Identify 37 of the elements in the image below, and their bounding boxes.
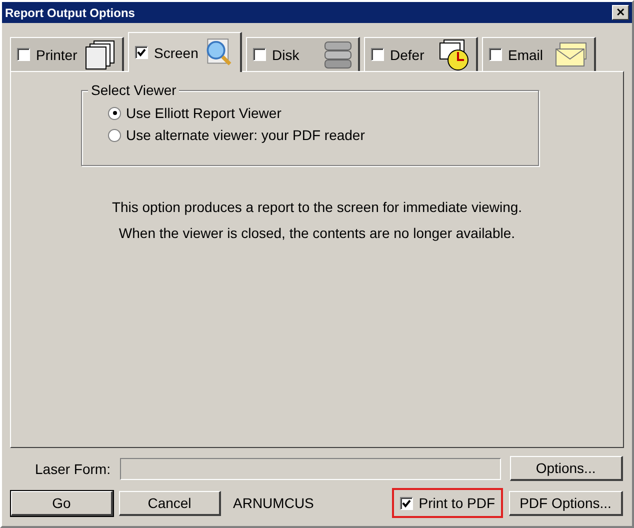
window-title: Report Output Options bbox=[5, 6, 135, 20]
radio-label: Use Elliott Report Viewer bbox=[126, 105, 282, 121]
description-text: When the viewer is closed, the contents are no longer available. bbox=[118, 224, 516, 243]
tab-checkbox[interactable] bbox=[489, 48, 502, 61]
pdf-options-button[interactable]: PDF Options... bbox=[509, 490, 623, 516]
radio-button[interactable] bbox=[108, 128, 121, 142]
field-label: Laser Form: bbox=[34, 460, 110, 476]
cancel-button[interactable]: Cancel bbox=[119, 490, 221, 516]
description-text: This option produces a report to the screen for immediate viewing. bbox=[112, 198, 522, 217]
tab-label: Printer bbox=[36, 46, 78, 62]
envelope-icon bbox=[554, 42, 588, 68]
checkbox-label: Print to PDF bbox=[418, 495, 495, 511]
tab-checkbox[interactable] bbox=[371, 48, 384, 61]
tab-checkbox[interactable] bbox=[17, 48, 30, 61]
options-button[interactable]: Options... bbox=[510, 456, 623, 481]
radio-button[interactable] bbox=[108, 106, 121, 120]
tab[interactable]: Printer bbox=[10, 37, 124, 71]
radio-label: Use alternate viewer: your PDF reader bbox=[126, 127, 365, 143]
tab[interactable]: Screen bbox=[128, 32, 242, 72]
database-icon bbox=[324, 40, 352, 70]
tab[interactable]: Email bbox=[482, 37, 596, 71]
tab-label: Screen bbox=[154, 44, 198, 60]
go-button[interactable]: Go bbox=[11, 490, 113, 516]
magnifier-icon bbox=[204, 36, 234, 68]
print-to-pdf-checkbox[interactable]: Print to PDF bbox=[392, 488, 503, 518]
laser-form-field[interactable] bbox=[120, 458, 501, 480]
group-title: Select Viewer bbox=[88, 82, 180, 98]
tab-checkbox[interactable] bbox=[135, 46, 148, 59]
tab[interactable]: Defer bbox=[364, 37, 478, 71]
tab-label: Defer bbox=[390, 46, 426, 62]
tab-checkbox[interactable] bbox=[253, 48, 266, 61]
close-button[interactable]: ✕ bbox=[612, 5, 629, 20]
tab-label: Email bbox=[508, 46, 544, 62]
tab[interactable]: Disk bbox=[246, 37, 360, 71]
tab-label: Disk bbox=[272, 46, 300, 62]
report-code: ARNUMCUS bbox=[233, 495, 315, 511]
checkbox[interactable] bbox=[400, 496, 413, 510]
